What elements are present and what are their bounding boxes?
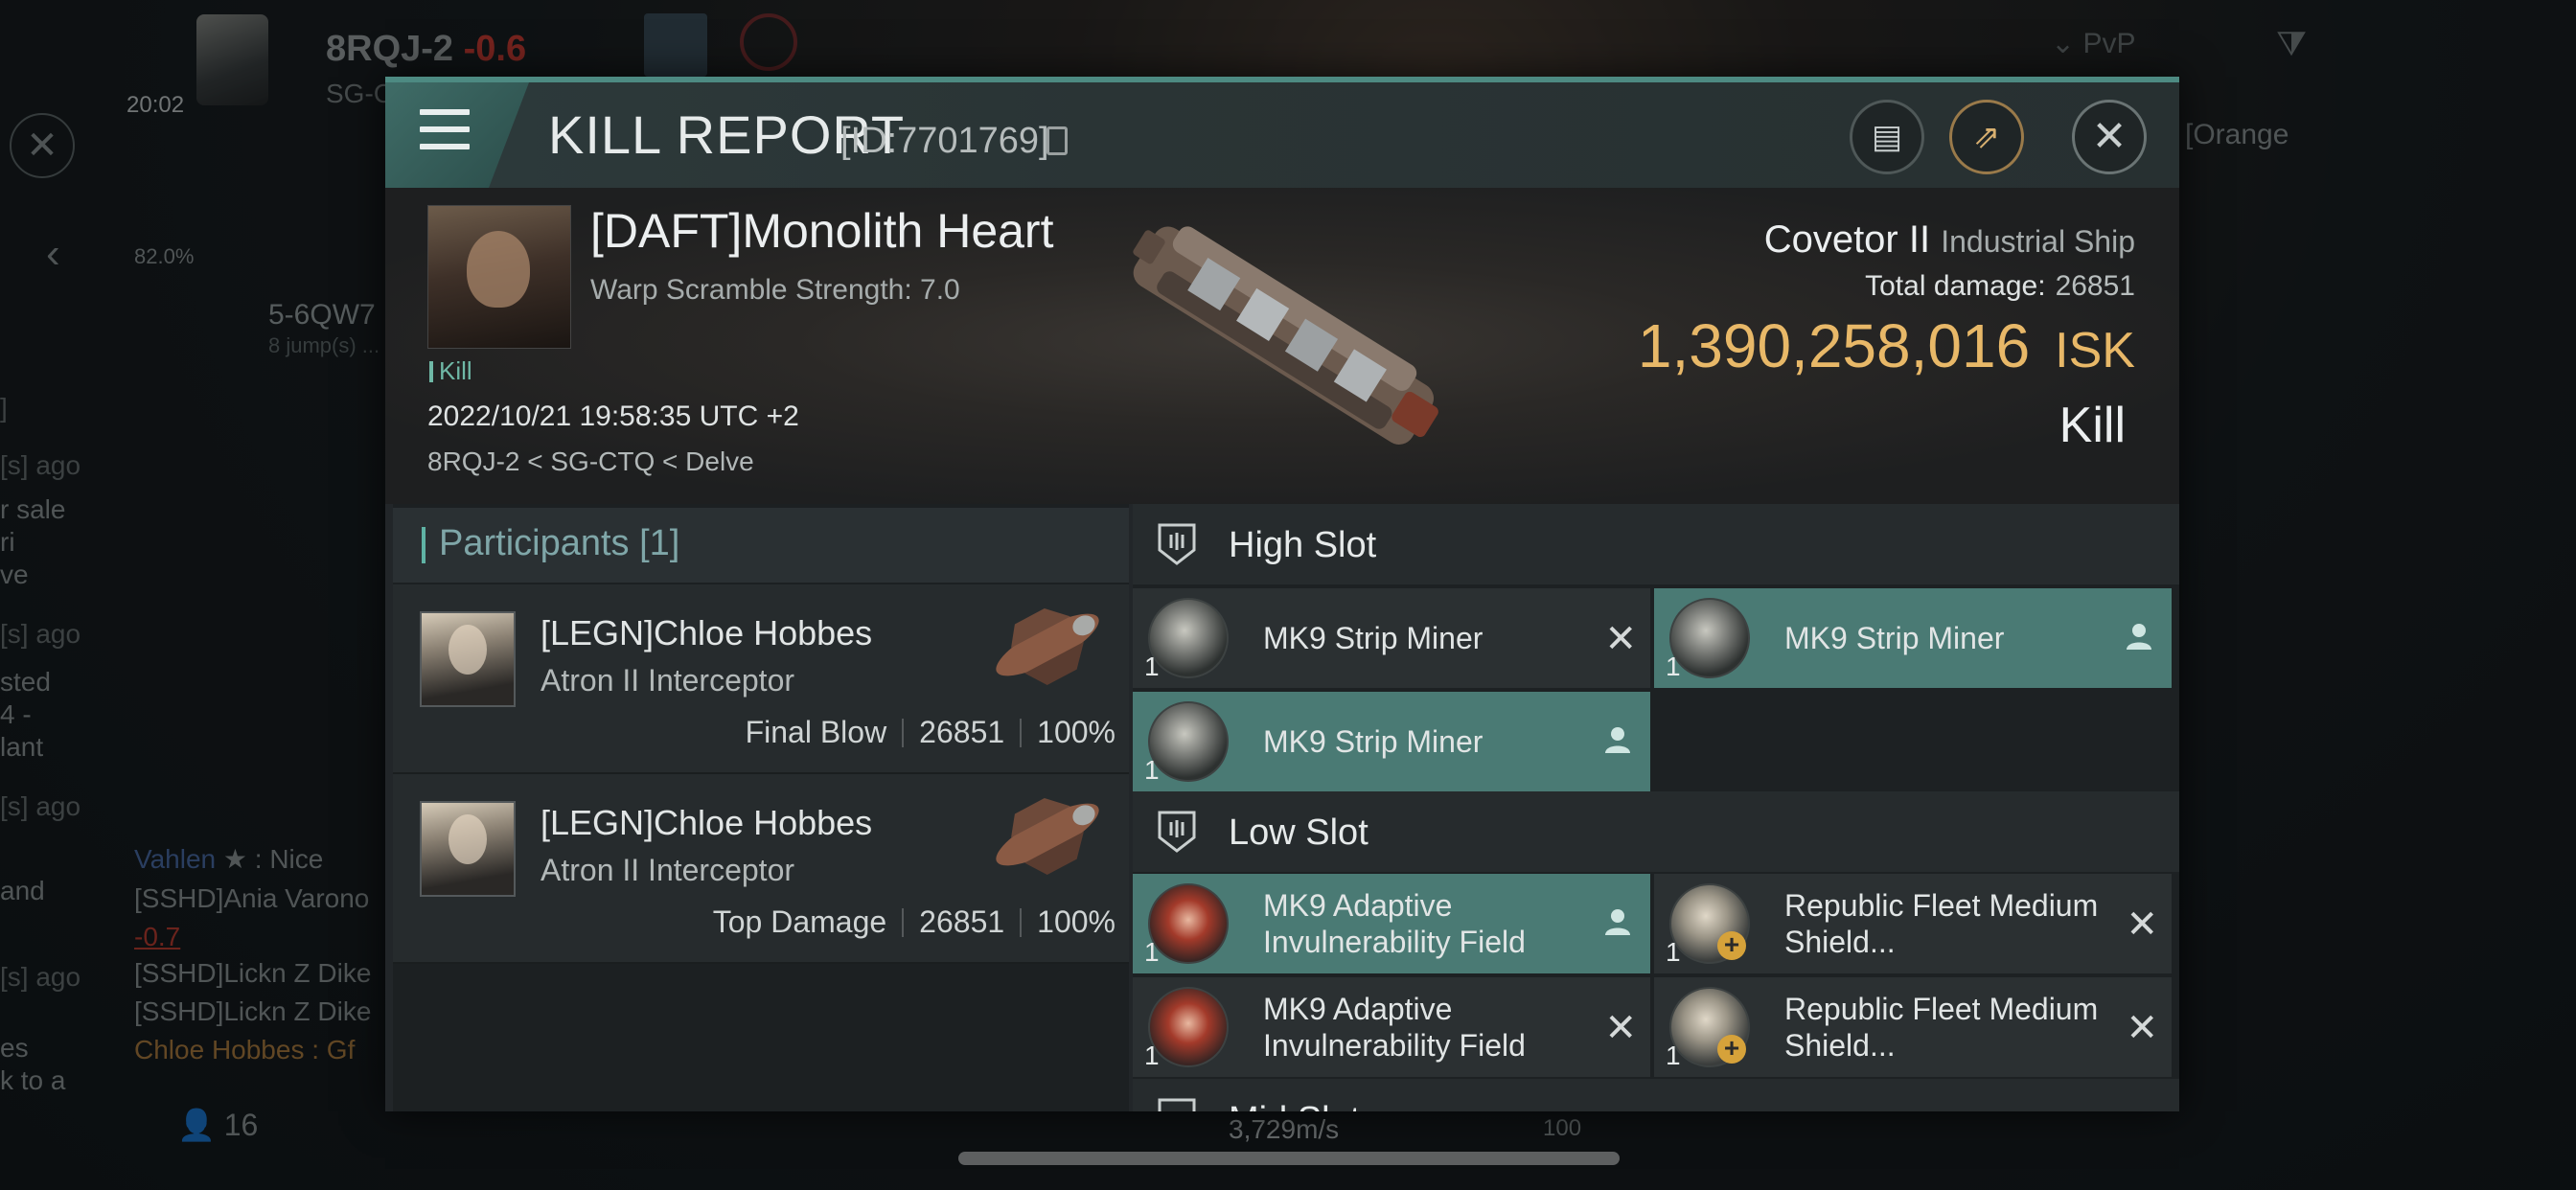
- strip-miner-icon: [1148, 701, 1229, 782]
- kill-tag: Kill: [429, 356, 472, 386]
- victim-name[interactable]: [DAFT]Monolith Heart: [590, 203, 1053, 259]
- strip-miner-icon: [1148, 598, 1229, 678]
- participant-damage: 26851: [919, 904, 1005, 939]
- total-damage-value: 26851: [2055, 270, 2135, 302]
- participant-ship: Atron II Interceptor: [540, 663, 795, 698]
- isk-unit: ISK: [2055, 323, 2135, 378]
- destroyed-icon: ✕: [1604, 618, 1637, 660]
- module-quantity: 1: [1666, 937, 1681, 967]
- kill-location[interactable]: 8RQJ-2 < SG-CTQ < Delve: [427, 446, 754, 477]
- module-name: MK9 Adaptive Invulnerability Field: [1263, 888, 1526, 959]
- participant-row[interactable]: [LEGN]Chloe Hobbes Atron II Interceptor …: [393, 584, 1129, 774]
- low-slot-title: Low Slot: [1229, 812, 1368, 853]
- dropped-user-icon: [1605, 727, 1630, 753]
- module-item[interactable]: 1 MK9 Strip Miner ✕: [1133, 588, 1650, 688]
- strip-miner-icon: [1669, 598, 1750, 678]
- module-name: MK9 Strip Miner: [1784, 621, 2005, 655]
- participant-role: Final Blow: [745, 715, 887, 749]
- total-damage: Total damage: 26851: [1865, 270, 2135, 303]
- isk-value: 1,390,258,016 ISK: [1638, 310, 2135, 381]
- participants-title: Participants [1]: [439, 523, 680, 563]
- module-item[interactable]: 1 MK9 Adaptive Invulnerability Field: [1133, 874, 1650, 973]
- participant-ship-image: [996, 608, 1099, 686]
- kill-report-modal: KILL REPORT [ID:7701769] ▤ ⇗ ✕ [DAFT]Mon…: [385, 77, 2179, 1111]
- victim-ship-name: Covetor II: [1763, 218, 1931, 261]
- victim-panel: [DAFT]Monolith Heart Warp Scramble Stren…: [385, 188, 2179, 504]
- dropped-user-icon: [2127, 624, 2151, 650]
- plus-badge-icon: +: [1717, 1035, 1746, 1064]
- close-icon: ✕: [2091, 113, 2128, 160]
- mid-slot-title: Mid Slot: [1229, 1100, 1360, 1111]
- low-slot-header: Low Slot: [1133, 791, 2179, 872]
- kill-datetime: 2022/10/21 19:58:35 UTC +2: [427, 400, 799, 432]
- module-item[interactable]: + 1 Republic Fleet Medium Shield... ✕: [1654, 977, 2172, 1077]
- high-slot-title: High Slot: [1229, 525, 1377, 565]
- report-button[interactable]: ▤: [1850, 100, 1924, 174]
- victim-warp-strength: Warp Scramble Strength: 7.0: [590, 274, 960, 306]
- participant-percent: 100%: [1037, 904, 1116, 939]
- clipboard-icon: ▤: [1871, 119, 1903, 155]
- participants-header-accent: [422, 527, 426, 563]
- share-button[interactable]: ⇗: [1949, 100, 2024, 174]
- participant-damage: 26851: [919, 715, 1005, 749]
- destroyed-icon: ✕: [1604, 1007, 1637, 1049]
- victim-portrait[interactable]: [427, 205, 571, 349]
- modal-header: KILL REPORT [ID:7701769] ▤ ⇗ ✕: [385, 82, 2179, 188]
- module-name: MK9 Strip Miner: [1263, 621, 1484, 655]
- victim-ship-image: [1133, 226, 1438, 445]
- plus-badge-icon: +: [1717, 931, 1746, 960]
- mid-slot-icon: [1158, 1098, 1196, 1111]
- module-quantity: 1: [1666, 1041, 1681, 1070]
- participants-panel: Participants [1] [LEGN]Chloe Hobbes Atro…: [393, 504, 1129, 1111]
- module-item[interactable]: + 1 Republic Fleet Medium Shield... ✕: [1654, 874, 2172, 973]
- module-quantity: 1: [1144, 755, 1160, 785]
- module-quantity: 1: [1144, 652, 1160, 681]
- module-item[interactable]: 1 MK9 Adaptive Invulnerability Field ✕: [1133, 977, 1650, 1077]
- participant-ship: Atron II Interceptor: [540, 853, 795, 887]
- victim-ship[interactable]: Covetor II Industrial Ship: [1764, 218, 2135, 262]
- hamburger-icon: [420, 109, 470, 151]
- high-slot-icon: [1158, 523, 1196, 565]
- module-quantity: 1: [1144, 937, 1160, 967]
- menu-button[interactable]: [385, 82, 529, 188]
- module-name: Republic Fleet Medium Shield...: [1784, 888, 2099, 959]
- participant-stats: Top Damage 26851 100%: [713, 904, 1116, 940]
- participant-stats: Final Blow 26851 100%: [746, 715, 1116, 750]
- module-name: MK9 Strip Miner: [1263, 724, 1484, 759]
- mid-slot-header: Mid Slot: [1133, 1079, 2179, 1111]
- module-name: Republic Fleet Medium Shield...: [1784, 992, 2099, 1063]
- fitting-panel: High Slot 1 MK9 Strip Miner ✕ 1 MK9 Stri…: [1133, 504, 2179, 1111]
- close-button[interactable]: ✕: [2072, 100, 2147, 174]
- module-quantity: 1: [1144, 1041, 1160, 1070]
- participant-name: [LEGN]Chloe Hobbes: [540, 613, 873, 652]
- participant-role: Top Damage: [712, 904, 887, 939]
- home-indicator[interactable]: [958, 1152, 1620, 1165]
- destroyed-icon: ✕: [2126, 904, 2158, 946]
- high-slot-header: High Slot: [1133, 504, 2179, 584]
- low-slot-icon: [1158, 811, 1196, 853]
- copy-icon[interactable]: [1046, 126, 1068, 155]
- kill-id: [ID:7701769]: [840, 121, 1049, 161]
- destroyed-icon: ✕: [2126, 1007, 2158, 1049]
- participant-percent: 100%: [1037, 715, 1116, 749]
- invulnerability-field-icon: [1148, 883, 1229, 964]
- invulnerability-field-icon: [1148, 987, 1229, 1067]
- total-damage-label: Total damage:: [1865, 270, 2046, 302]
- participant-portrait[interactable]: [420, 801, 516, 897]
- share-icon: ⇗: [1972, 119, 2001, 155]
- module-item[interactable]: 1 MK9 Strip Miner: [1133, 692, 1650, 791]
- victim-ship-class: Industrial Ship: [1941, 224, 2135, 259]
- participant-row[interactable]: [LEGN]Chloe Hobbes Atron II Interceptor …: [393, 774, 1129, 964]
- participant-ship-image: [996, 798, 1099, 876]
- participant-name: [LEGN]Chloe Hobbes: [540, 803, 873, 842]
- module-quantity: 1: [1666, 652, 1681, 681]
- dropped-user-icon: [1605, 909, 1630, 935]
- report-result: Kill: [2058, 398, 2126, 453]
- module-item[interactable]: 1 MK9 Strip Miner: [1654, 588, 2172, 688]
- participants-header: Participants [1]: [393, 508, 1129, 583]
- participant-portrait[interactable]: [420, 611, 516, 707]
- module-name: MK9 Adaptive Invulnerability Field: [1263, 992, 1526, 1063]
- isk-amount: 1,390,258,016: [1637, 311, 2031, 380]
